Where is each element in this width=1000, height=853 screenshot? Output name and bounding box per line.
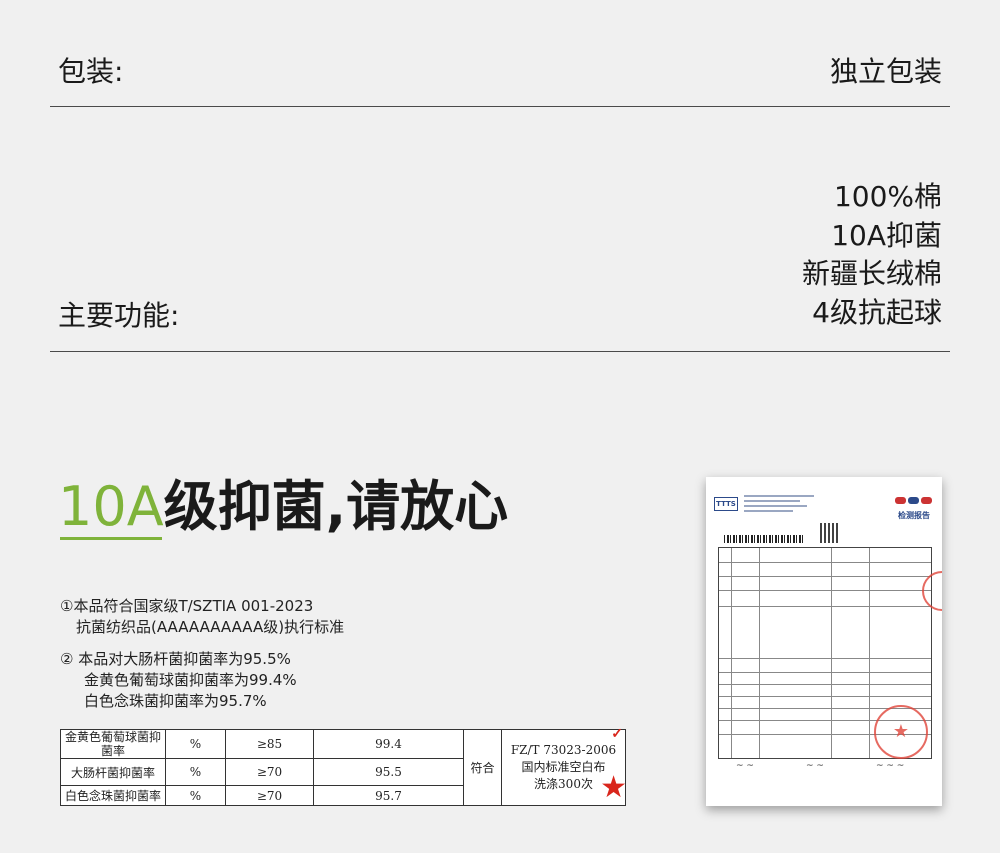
headline: 10A级抑菌,请放心 <box>58 472 508 542</box>
signature-icon: ~ ~ ~ <box>876 761 905 771</box>
headline-text: 级抑菌,请放心 <box>163 475 509 538</box>
table-cell-result: 99.4 <box>313 729 464 759</box>
note-line: 金黄色葡萄球菌抑菌率为99.4% <box>84 671 297 689</box>
table-cell-result: 95.7 <box>313 785 464 806</box>
feature-item: 4级抗起球 <box>812 295 942 329</box>
table-cell-unit: % <box>165 758 226 786</box>
packaging-value: 独立包装 <box>829 55 942 88</box>
note-line: ② 本品对大肠杆菌抑菌率为95.5% <box>60 650 291 668</box>
table-cell-name: 大肠杆菌抑菌率 <box>60 758 166 786</box>
table-cell-unit: % <box>165 729 226 759</box>
headline-accent: 10A <box>58 472 164 542</box>
table-row: 金黄色葡萄球菌抑菌率 % ≥85 99.4 符合 FZ/T 73023-2006… <box>60 726 627 806</box>
table-cell-req: ≥70 <box>225 785 314 806</box>
stamp-mark-icon: ✓ <box>611 726 623 742</box>
signature-icon: ~ ~ <box>736 761 754 771</box>
report-header-lines <box>744 495 814 515</box>
feature-item: 10A抑菌 <box>831 218 942 252</box>
report-title: 检测报告 <box>898 511 930 520</box>
test-report-image: TTTS 检测报告 ★ ~ ~ ~ ~ ~ ~ ~ <box>706 477 942 806</box>
accreditation-badges <box>895 497 932 504</box>
barcode-icon <box>724 535 804 543</box>
note-line: 抗菌纺织品(AAAAAAAAAA级)执行标准 <box>76 618 345 636</box>
table-cell-req: ≥70 <box>225 758 314 786</box>
qr-code-icon <box>820 523 840 543</box>
note-line: 白色念珠菌抑菌率为95.7% <box>84 692 267 710</box>
standard-line: FZ/T 73023-2006 <box>510 743 617 757</box>
table-cell-name: 金黄色葡萄球菌抑菌率 <box>60 729 166 759</box>
table-cell-req: ≥85 <box>225 729 314 759</box>
feature-item: 100%棉 <box>833 180 942 213</box>
table-cell-name: 白色念珠菌抑菌率 <box>60 785 166 806</box>
table-cell-result: 95.5 <box>313 758 464 786</box>
signature-icon: ~ ~ <box>806 761 824 771</box>
divider-bottom <box>50 351 950 352</box>
report-logo: TTTS <box>714 497 738 511</box>
table-cell-standard: FZ/T 73023-2006 国内标准空白布 洗涤300次 ★ ✓ <box>501 726 627 806</box>
divider-top <box>50 106 950 107</box>
spec-table: 金黄色葡萄球菌抑菌率 % ≥85 99.4 符合 FZ/T 73023-2006… <box>60 726 627 806</box>
feature-list: 100%棉 10A抑菌 新疆长绒棉 4级抗起球 <box>802 178 942 332</box>
star-stamp-icon: ★ <box>600 770 627 805</box>
features-label: 主要功能: <box>58 299 180 332</box>
seal-stamp-icon: ★ <box>874 705 928 759</box>
table-cell-verdict: 符合 <box>463 729 502 806</box>
note-line: ①本品符合国家级T/SZTIA 001-2023 <box>60 597 314 615</box>
table-cell-unit: % <box>165 785 226 806</box>
packaging-label: 包装: <box>58 55 124 88</box>
feature-item: 新疆长绒棉 <box>801 257 942 290</box>
